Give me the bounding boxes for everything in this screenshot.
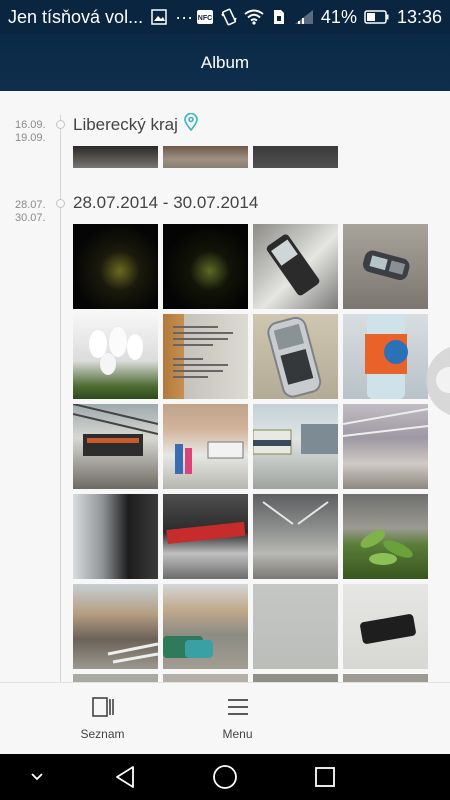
list-view-button[interactable]: Seznam	[60, 683, 145, 754]
photo-thumbnail[interactable]	[253, 494, 338, 579]
clock: 13:36	[396, 6, 442, 27]
section-date-start: 16.09.	[15, 119, 46, 131]
sim-icon	[271, 9, 287, 25]
timeline-dot	[56, 199, 65, 208]
photo-thumbnail[interactable]	[163, 146, 248, 168]
photo-thumbnail[interactable]	[73, 224, 158, 309]
recents-icon[interactable]	[308, 754, 342, 800]
photo-thumbnail[interactable]	[163, 674, 248, 682]
status-bar: Jen tísňová vol... ··· NFC 41% 13:36	[0, 0, 450, 34]
photo-thumbnail[interactable]	[343, 404, 428, 489]
vibrate-icon	[221, 8, 237, 26]
home-icon[interactable]	[208, 754, 242, 800]
photo-thumbnail[interactable]	[163, 494, 248, 579]
photo-thumbnail[interactable]	[73, 584, 158, 669]
photo-thumbnail[interactable]	[163, 224, 248, 309]
photo-thumbnail[interactable]	[343, 584, 428, 669]
page-title: Album	[200, 52, 250, 72]
section-date-range: 16.09. 19.09.	[15, 119, 46, 145]
photo-thumbnail[interactable]	[253, 674, 338, 682]
photo-thumbnail[interactable]	[163, 314, 248, 399]
nfc-label: NFC	[198, 15, 212, 22]
battery-percent: 41%	[320, 6, 357, 27]
section-date-start: 28.07.	[15, 199, 46, 211]
menu-button[interactable]: Menu	[195, 683, 280, 754]
photo-thumbnail[interactable]	[163, 584, 248, 669]
photo-thumbnail[interactable]	[253, 224, 338, 309]
image-notification-icon	[151, 9, 167, 25]
nfc-icon: NFC	[196, 9, 214, 25]
photo-thumbnail[interactable]	[343, 494, 428, 579]
fast-scroll-handle[interactable]	[426, 345, 450, 417]
photo-thumbnail[interactable]	[73, 674, 158, 682]
section-date-end: 19.09.	[15, 132, 46, 144]
photo-thumbnail[interactable]	[73, 404, 158, 489]
collapse-chevron-icon[interactable]	[22, 754, 52, 800]
location-pin-icon[interactable]	[184, 112, 198, 136]
photo-thumbnail[interactable]	[253, 404, 338, 489]
photo-thumbnail[interactable]	[253, 584, 338, 669]
photo-thumbnail[interactable]	[343, 674, 428, 682]
photo-thumbnail[interactable]	[343, 314, 428, 399]
menu-label: Menu	[222, 727, 253, 741]
section-date-range: 28.07. 30.07.	[15, 199, 46, 225]
photo-thumbnail[interactable]	[253, 146, 338, 168]
photo-thumbnail[interactable]	[343, 224, 428, 309]
signal-icon	[294, 9, 314, 25]
app-bar: Album	[0, 34, 450, 91]
photo-thumbnail[interactable]	[73, 314, 158, 399]
back-icon[interactable]	[108, 754, 142, 800]
more-notifications-indicator: ···	[175, 6, 194, 27]
notification-text: Jen tísňová vol...	[8, 6, 144, 27]
battery-icon	[364, 9, 390, 25]
album-timeline[interactable]: 16.09. 19.09. Liberecký kraj 28.07. 30.0…	[0, 91, 450, 682]
section-title: 28.07.2014 - 30.07.2014	[73, 193, 259, 212]
photo-thumbnail[interactable]	[73, 494, 158, 579]
photo-thumbnail[interactable]	[253, 314, 338, 399]
bottom-toolbar: Seznam Menu	[0, 682, 450, 754]
list-view-label: Seznam	[80, 727, 125, 741]
gallery-screen: Jen tísňová vol... ··· NFC 41% 13:36 Alb…	[0, 0, 450, 800]
photo-thumbnail[interactable]	[163, 404, 248, 489]
wifi-icon	[244, 9, 264, 25]
section-title: Liberecký kraj	[73, 114, 178, 134]
section-date-end: 30.07.	[15, 212, 46, 224]
photo-thumbnail[interactable]	[73, 146, 158, 168]
menu-icon	[226, 696, 250, 721]
section-header[interactable]: 28.07.2014 - 30.07.2014	[73, 193, 258, 213]
timeline-dot	[56, 120, 65, 129]
system-navigation-bar	[0, 754, 450, 800]
list-view-icon	[91, 696, 115, 721]
section-header[interactable]: Liberecký kraj	[73, 112, 198, 136]
